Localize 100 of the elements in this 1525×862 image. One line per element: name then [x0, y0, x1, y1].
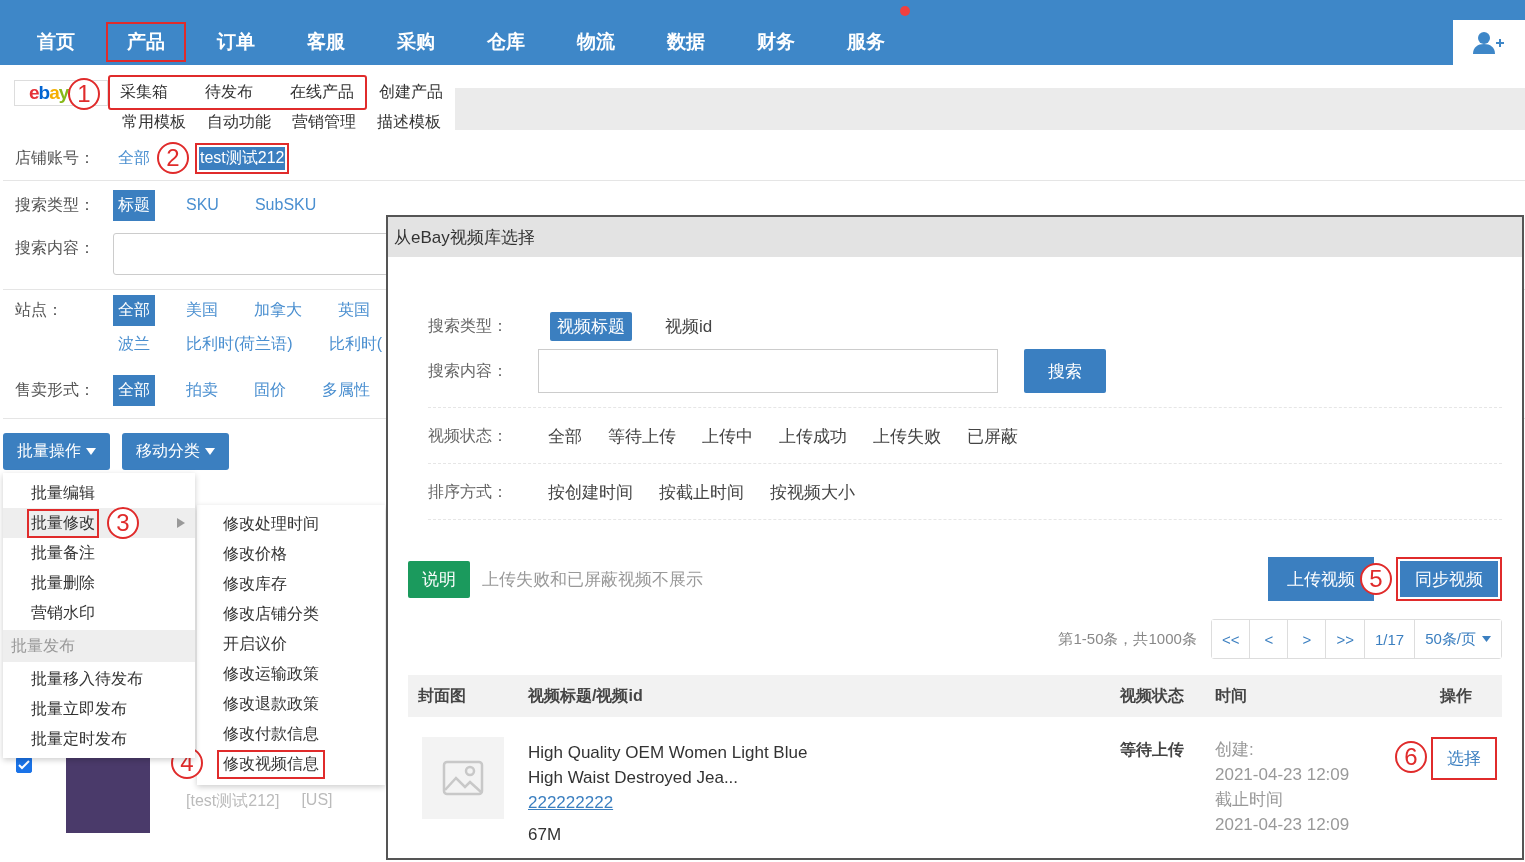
filter-option[interactable]: 按创建时间 [548, 477, 633, 507]
menu-item[interactable]: 批量编辑 [27, 478, 99, 508]
subnav-link[interactable]: 采集箱 [110, 82, 195, 103]
deadline-time: 2021-04-23 12:09 [1215, 814, 1350, 836]
filter-option[interactable]: test测试212 [195, 142, 290, 174]
video-title: High Quality OEM Women Light Blue High Waist Destroyed Jea... [528, 742, 809, 789]
check-icon [18, 760, 30, 770]
menu-item[interactable]: 修改价格 [217, 539, 293, 569]
filter-option[interactable]: 上传成功 [779, 421, 847, 451]
nav-tab[interactable]: 产品 [106, 22, 186, 62]
nav-tab[interactable]: 仓库 [466, 22, 546, 62]
search-button[interactable]: 搜索 [1024, 349, 1106, 393]
status-text: 等待上传 [1120, 741, 1184, 758]
filter-option[interactable]: 拍卖 [181, 374, 223, 406]
filter-label: 搜索类型： [15, 195, 96, 215]
callout-number: 3 [107, 507, 139, 539]
menu-item[interactable]: 批量备注 [27, 538, 99, 568]
notice-text: 上传失败和已屏蔽视频不展示 [482, 568, 703, 591]
column-header: 视频标题/视频id [527, 685, 644, 706]
filter-option[interactable]: 全部 [548, 421, 582, 451]
nav-tab[interactable]: 服务 [826, 22, 906, 62]
filter-option[interactable]: 波兰 [113, 328, 155, 360]
filter-label: 排序方式： [428, 481, 509, 502]
created-time: 2021-04-23 12:09 [1215, 764, 1350, 786]
filter-option[interactable]: 视频标题 [550, 311, 632, 341]
filter-option[interactable]: 上传失败 [873, 421, 941, 451]
action-button[interactable]: 同步视频 [1396, 557, 1502, 601]
filter-option[interactable]: 美国 [181, 294, 223, 326]
nav-tab[interactable]: 财务 [736, 22, 816, 62]
nav-tab[interactable]: 采购 [376, 22, 456, 62]
menu-item[interactable]: 营销水印 [27, 598, 99, 628]
select-link[interactable]: 选择 [1431, 737, 1497, 780]
nav-tab[interactable]: 首页 [16, 22, 96, 62]
callout-number: 6 [1395, 741, 1427, 773]
filter-label: 站点： [15, 300, 64, 320]
subnav-link[interactable]: 创建产品 [367, 82, 452, 103]
info-badge: 说明 [408, 560, 470, 598]
filter-option[interactable]: 全部 [113, 374, 155, 406]
filter-label: 售卖形式： [15, 380, 96, 400]
dialog-title: 从eBay视频库选择 [388, 217, 1522, 257]
filter-option[interactable]: 全部 [113, 294, 155, 326]
subnav-link[interactable]: 营销管理 [280, 112, 365, 133]
column-header: 封面图 [417, 685, 467, 706]
filter-option[interactable]: 比利时(荷兰语) [181, 328, 298, 360]
callout-number: 1 [68, 78, 100, 110]
filter-option[interactable]: 英国 [333, 294, 375, 326]
menu-item[interactable]: 修改处理时间 [217, 509, 325, 539]
filter-option[interactable]: 多属性 [317, 374, 375, 406]
video-size: 67M [528, 825, 562, 845]
time-label: 截止时间 [1215, 789, 1283, 811]
filter-label: 搜索内容： [15, 238, 96, 258]
filter-option[interactable]: 视频id [658, 311, 720, 341]
callout-number: 2 [157, 142, 189, 174]
filter-option[interactable]: 等待上传 [608, 421, 676, 451]
menu-item[interactable]: 开启议价 [217, 629, 293, 659]
callout-number: 5 [1360, 563, 1392, 595]
filter-option[interactable]: 加拿大 [249, 294, 307, 326]
product-tag: [US] [301, 791, 333, 812]
subnav-link[interactable]: 描述模板 [365, 112, 450, 133]
menu-item[interactable]: 修改库存 [217, 569, 293, 599]
subnav-link[interactable]: 常用模板 [110, 112, 195, 133]
filter-option[interactable]: 全部 [113, 142, 155, 174]
filter-label: 视频状态： [428, 425, 509, 446]
filter-option[interactable]: 已屏蔽 [967, 421, 1018, 451]
filter-option[interactable]: 上传中 [702, 421, 753, 451]
menu-item[interactable]: 修改退款政策 [217, 689, 325, 719]
subnav-link[interactable]: 在线产品 [280, 82, 365, 103]
nav-tab[interactable]: 客服 [286, 22, 366, 62]
nav-tab[interactable]: 订单 [196, 22, 276, 62]
filter-option[interactable]: SKU [181, 191, 224, 219]
filter-option[interactable]: 按截止时间 [659, 477, 744, 507]
search-input[interactable] [538, 349, 998, 393]
dropdown-button[interactable]: 批量操作 [3, 433, 110, 470]
column-header: 视频状态 [1119, 685, 1185, 706]
column-header: 操作 [1438, 685, 1473, 706]
dropdown-button[interactable]: 移动分类 [122, 433, 229, 470]
menu-item[interactable]: 批量修改 [27, 508, 99, 538]
menu-item[interactable]: 批量定时发布 [27, 724, 131, 754]
pagination-summary: 第1-50条，共1000条 [1058, 629, 1197, 649]
nav-tab[interactable]: 物流 [556, 22, 636, 62]
filter-option[interactable]: 固价 [249, 374, 291, 406]
filter-option[interactable]: 按视频大小 [770, 477, 855, 507]
menu-item[interactable]: 批量立即发布 [27, 694, 131, 724]
subnav-link[interactable]: 自动功能 [195, 112, 280, 133]
nav-tab[interactable]: 数据 [646, 22, 726, 62]
filter-label: 店铺账号： [15, 148, 96, 168]
menu-item[interactable]: 修改运输政策 [217, 659, 325, 689]
caret-icon [205, 448, 215, 455]
menu-item[interactable]: 修改视频信息 [217, 749, 325, 779]
filter-option[interactable]: 比利时( [323, 328, 387, 360]
filter-option[interactable]: 标题 [113, 189, 155, 221]
menu-item[interactable]: 批量移入待发布 [27, 664, 147, 694]
filter-option[interactable]: SubSKU [249, 191, 322, 219]
subnav-link[interactable]: 待发布 [195, 82, 280, 103]
menu-item[interactable]: 修改付款信息 [217, 719, 325, 749]
user-button[interactable] [1453, 20, 1525, 65]
video-id-link[interactable]: 222222222 [528, 790, 614, 815]
menu-item[interactable]: 批量删除 [27, 568, 99, 598]
menu-group-header: 批量发布 [3, 630, 195, 662]
menu-item[interactable]: 修改店铺分类 [217, 599, 325, 629]
